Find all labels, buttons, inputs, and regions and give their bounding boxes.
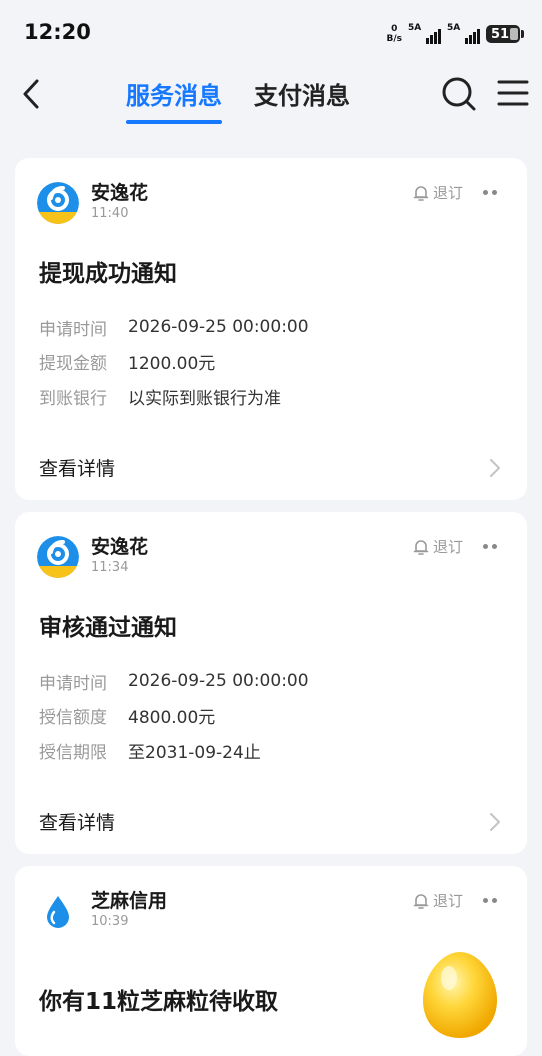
detail-key: 提现金额 bbox=[39, 354, 107, 375]
top-nav: 服务消息 支付消息 bbox=[0, 64, 542, 134]
view-details-link[interactable]: 查看详情 bbox=[39, 454, 115, 481]
detail-value: 以实际到账银行为准 bbox=[128, 388, 281, 409]
back-button[interactable] bbox=[16, 78, 46, 110]
chevron-right-icon[interactable] bbox=[489, 458, 501, 478]
status-icons: 0 B/s 5A 5A 51 bbox=[386, 22, 524, 46]
sim2-label: 5A bbox=[447, 23, 461, 33]
detail-key: 申请时间 bbox=[39, 319, 107, 340]
tab-service-messages[interactable]: 服务消息 bbox=[126, 76, 222, 111]
search-icon bbox=[442, 77, 476, 111]
unsubscribe-button[interactable]: 退订 bbox=[413, 536, 463, 557]
detail-value: 2026-09-25 00:00:00 bbox=[128, 671, 309, 692]
detail-row: 到账银行 以实际到账银行为准 bbox=[39, 379, 309, 414]
detail-key: 到账银行 bbox=[39, 388, 107, 409]
detail-key: 授信额度 bbox=[39, 708, 107, 729]
battery-level: 51 bbox=[491, 26, 510, 42]
sender-name: 芝麻信用 bbox=[91, 890, 168, 912]
net-speed-unit: B/s bbox=[386, 34, 402, 44]
message-card[interactable]: 芝麻信用 10:39 退订 你有11粒芝麻粒待收取 bbox=[15, 866, 527, 1056]
sim1-label: 5A bbox=[408, 23, 422, 33]
tab-payment-messages[interactable]: 支付消息 bbox=[254, 76, 350, 111]
signal-icon: 5A bbox=[408, 23, 441, 44]
detail-row: 授信期限 至2031-09-24止 bbox=[39, 733, 309, 768]
message-details: 申请时间 2026-09-25 00:00:00 授信额度 4800.00元 授… bbox=[39, 664, 309, 768]
unsubscribe-label: 退订 bbox=[432, 892, 463, 910]
more-options-icon[interactable] bbox=[483, 544, 497, 549]
message-time: 11:40 bbox=[91, 206, 129, 221]
back-arrow-icon bbox=[23, 79, 39, 109]
unsubscribe-label: 退订 bbox=[432, 538, 463, 556]
active-tab-indicator bbox=[126, 120, 222, 124]
view-details-link[interactable]: 查看详情 bbox=[39, 808, 115, 835]
signal-icon: 5A bbox=[447, 23, 480, 44]
battery-icon: 51 bbox=[486, 25, 524, 43]
detail-value: 1200.00元 bbox=[128, 354, 216, 375]
detail-row: 申请时间 2026-09-25 00:00:00 bbox=[39, 310, 309, 345]
more-options-icon[interactable] bbox=[483, 898, 497, 903]
detail-key: 授信期限 bbox=[39, 742, 107, 763]
detail-key: 申请时间 bbox=[39, 673, 107, 694]
bell-icon bbox=[413, 539, 429, 555]
status-bar: 12:20 0 B/s 5A 5A 51 bbox=[0, 0, 542, 64]
detail-value: 4800.00元 bbox=[128, 708, 216, 729]
unsubscribe-button[interactable]: 退订 bbox=[413, 182, 463, 203]
detail-row: 授信额度 4800.00元 bbox=[39, 699, 309, 734]
search-button[interactable] bbox=[440, 74, 478, 114]
net-speed-value: 0 bbox=[391, 24, 398, 34]
more-options-icon[interactable] bbox=[483, 190, 497, 195]
message-details: 申请时间 2026-09-25 00:00:00 提现金额 1200.00元 到… bbox=[39, 310, 309, 414]
net-speed-indicator: 0 B/s bbox=[386, 24, 402, 44]
detail-row: 申请时间 2026-09-25 00:00:00 bbox=[39, 664, 309, 699]
sender-name: 安逸花 bbox=[91, 536, 149, 558]
chevron-right-icon[interactable] bbox=[489, 812, 501, 832]
detail-value: 2026-09-25 00:00:00 bbox=[128, 317, 309, 338]
unsubscribe-button[interactable]: 退订 bbox=[413, 890, 463, 911]
message-time: 10:39 bbox=[91, 914, 129, 929]
detail-value: 至2031-09-24止 bbox=[128, 742, 261, 763]
unsubscribe-label: 退订 bbox=[432, 184, 463, 202]
message-time: 11:34 bbox=[91, 560, 129, 575]
sesame-credit-logo-icon[interactable] bbox=[37, 890, 79, 932]
menu-icon bbox=[497, 80, 529, 106]
sesame-seed-icon bbox=[423, 952, 497, 1038]
message-title: 审核通过通知 bbox=[39, 615, 177, 641]
anyihua-logo-icon[interactable] bbox=[37, 182, 79, 224]
status-time: 12:20 bbox=[24, 20, 91, 44]
sender-name: 安逸花 bbox=[91, 182, 149, 204]
bell-icon bbox=[413, 893, 429, 909]
bell-icon bbox=[413, 185, 429, 201]
menu-button[interactable] bbox=[496, 78, 530, 108]
message-card[interactable]: 安逸花 11:34 退订 审核通过通知 申请时间 2026-09-25 00:0… bbox=[15, 512, 527, 854]
detail-row: 提现金额 1200.00元 bbox=[39, 345, 309, 380]
message-card[interactable]: 安逸花 11:40 退订 提现成功通知 申请时间 2026-09-25 00:0… bbox=[15, 158, 527, 500]
anyihua-logo-icon[interactable] bbox=[37, 536, 79, 578]
message-title: 你有11粒芝麻粒待收取 bbox=[39, 989, 279, 1015]
message-title: 提现成功通知 bbox=[39, 261, 177, 287]
